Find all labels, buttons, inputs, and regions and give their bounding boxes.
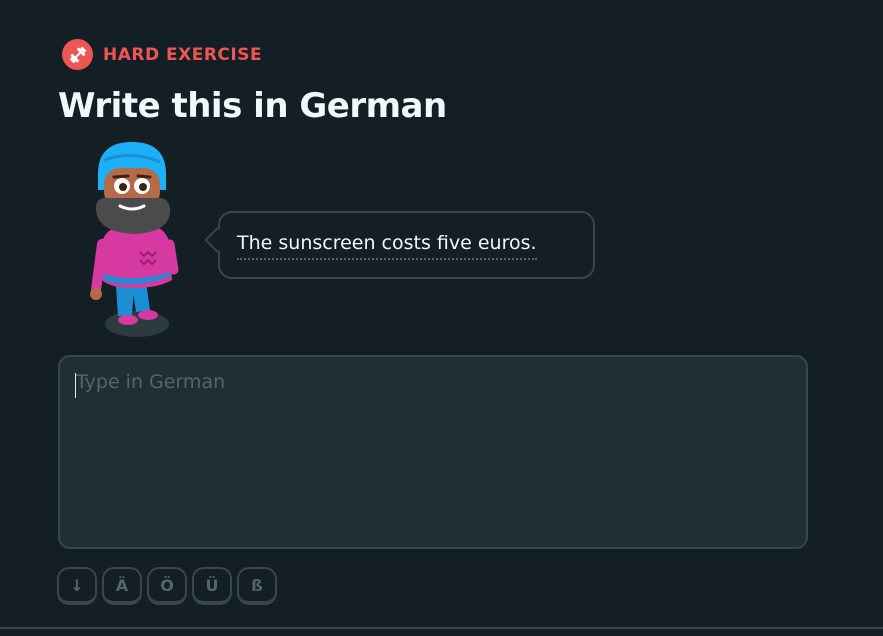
speech-bubble: The sunscreen costs five euros.	[204, 211, 595, 279]
exercise-badge-label: HARD EXERCISE	[103, 44, 263, 65]
answer-input[interactable]	[58, 355, 808, 549]
key-a-umlaut[interactable]: Ä	[102, 567, 142, 605]
key-o-umlaut[interactable]: Ö	[147, 567, 187, 605]
text-cursor	[75, 373, 76, 398]
key-u-umlaut[interactable]: Ü	[192, 567, 232, 605]
prompt-sentence[interactable]: The sunscreen costs five euros.	[237, 232, 537, 260]
speech-bubble-tail	[204, 227, 230, 253]
key-eszett[interactable]: ß	[237, 567, 277, 605]
collapse-keys-button[interactable]: ↓	[57, 567, 97, 605]
footer-divider	[0, 627, 883, 629]
exercise-badge: HARD EXERCISE	[62, 39, 262, 70]
page-title: Write this in German	[58, 86, 447, 126]
dumbbell-icon	[62, 39, 93, 70]
special-character-keys: ↓ Ä Ö Ü ß	[57, 567, 277, 605]
character-illustration	[88, 140, 188, 340]
